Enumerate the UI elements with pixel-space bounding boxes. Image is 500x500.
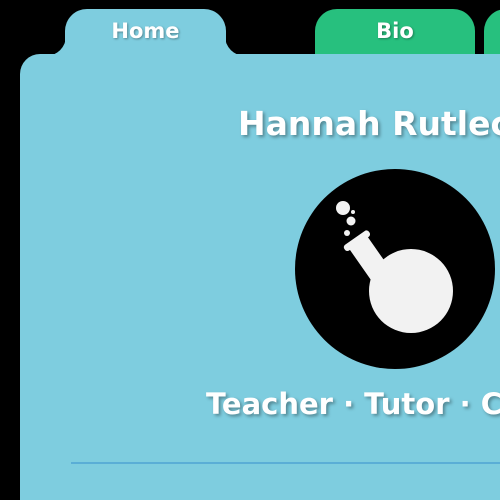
- page: Home Bio Hannah Rutlec Teacher · Tutor ·…: [0, 0, 500, 500]
- tab-next[interactable]: [484, 9, 500, 55]
- flask-icon: [295, 169, 495, 369]
- tab-corner-right: [225, 30, 251, 56]
- tab-bio-label: Bio: [376, 19, 414, 43]
- tagline: Teacher · Tutor · Ch: [206, 387, 500, 421]
- divider: [71, 462, 500, 464]
- tab-bio[interactable]: Bio: [315, 9, 475, 55]
- page-title: Hannah Rutlec: [238, 104, 500, 143]
- tab-corner-left: [40, 30, 66, 56]
